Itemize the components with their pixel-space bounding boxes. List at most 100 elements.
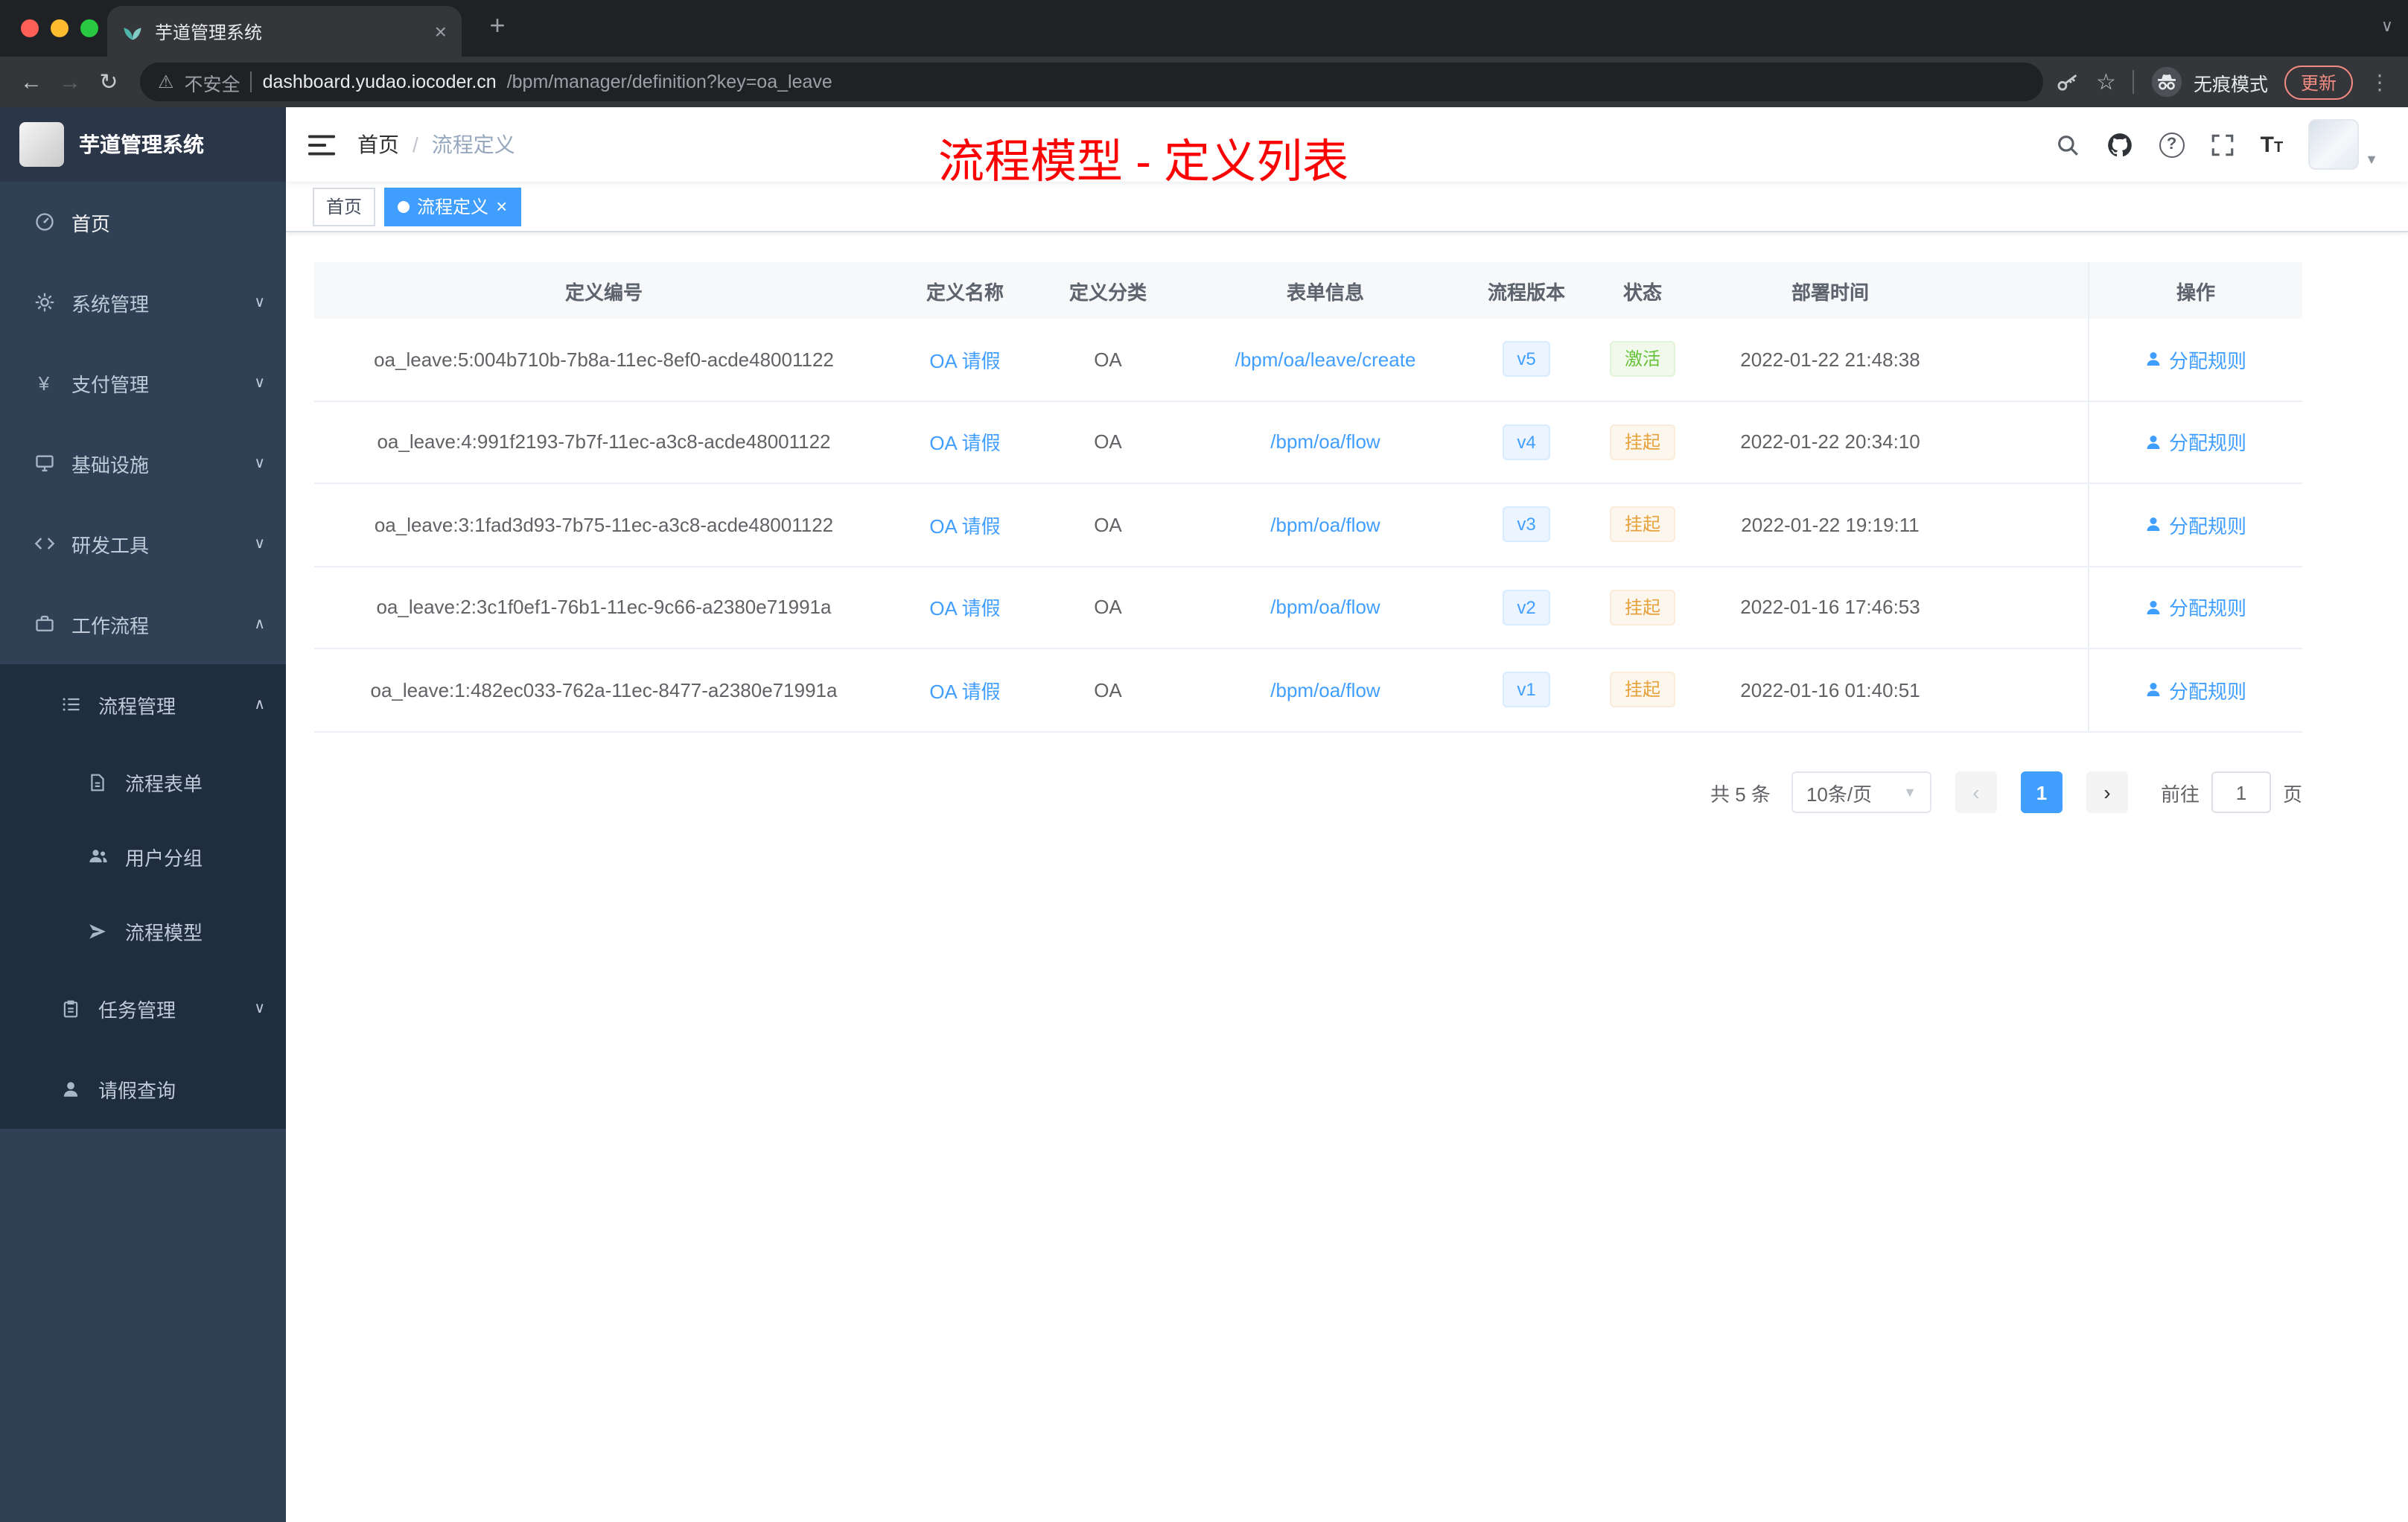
user-avatar-area[interactable]: ▼ bbox=[2308, 119, 2378, 170]
form-link[interactable]: /bpm/oa/flow bbox=[1270, 596, 1380, 619]
goto-page-input[interactable] bbox=[2211, 771, 2271, 813]
status-badge: 激活 bbox=[1609, 341, 1675, 378]
avatar-caret-down-icon: ▼ bbox=[2365, 152, 2378, 167]
url-bar[interactable]: ⚠ 不安全 dashboard.yudao.iocoder.cn/bpm/man… bbox=[140, 63, 2043, 101]
security-label: 不安全 bbox=[184, 74, 241, 95]
font-size-icon[interactable]: TT bbox=[2261, 132, 2284, 157]
chrome-update-button[interactable]: 更新 bbox=[2284, 65, 2353, 99]
prev-page-button[interactable]: ‹ bbox=[1955, 771, 1997, 813]
page-size-select[interactable]: 10条/页 ▼ bbox=[1791, 771, 1931, 813]
form-link[interactable]: /bpm/oa/leave/create bbox=[1235, 348, 1416, 371]
tag-label: 流程定义 bbox=[417, 197, 489, 217]
definition-name-link[interactable]: OA 请假 bbox=[929, 346, 1000, 374]
reload-button-icon[interactable]: ↻ bbox=[89, 69, 128, 95]
chevron-down-icon: ∨ bbox=[254, 535, 265, 552]
breadcrumb-home[interactable]: 首页 bbox=[357, 130, 399, 159]
back-button-icon[interactable]: ← bbox=[12, 69, 51, 95]
cell-category: OA bbox=[1094, 430, 1122, 453]
annotation-title: 流程模型 - 定义列表 bbox=[938, 136, 1349, 188]
tab-search-chevron-icon[interactable]: ∨ bbox=[2381, 16, 2393, 36]
assign-rule-button[interactable]: 分配规则 bbox=[2145, 593, 2246, 622]
minimize-window-button[interactable] bbox=[51, 19, 69, 37]
sidebar-item-home[interactable]: 首页 bbox=[0, 182, 286, 262]
url-path: /bpm/manager/definition?key=oa_leave bbox=[506, 71, 832, 92]
sidebar-item-leave-query[interactable]: 请假查询 bbox=[0, 1048, 286, 1129]
person-icon bbox=[2147, 683, 2161, 697]
workflow-submenu: 流程管理 ∧ 流程表单 用户分组 流程模型 任务管理 ∨ 请假查询 bbox=[0, 664, 286, 1129]
document-icon bbox=[86, 772, 109, 792]
sidebar-toggle-hamburger-icon[interactable] bbox=[286, 133, 357, 156]
browser-menu-icon[interactable]: ⋮ bbox=[2369, 69, 2390, 95]
new-tab-button[interactable]: + bbox=[480, 10, 515, 42]
sidebar-item-label: 基础设施 bbox=[71, 453, 150, 476]
next-page-button[interactable]: › bbox=[2086, 771, 2128, 813]
github-icon[interactable] bbox=[2106, 130, 2134, 159]
cell-definition-id: oa_leave:1:482ec033-762a-11ec-8477-a2380… bbox=[370, 678, 838, 701]
column-header-deploy-time: 部署时间 bbox=[1791, 281, 1869, 303]
help-icon[interactable]: ? bbox=[2159, 132, 2185, 157]
version-tag: v3 bbox=[1502, 506, 1551, 543]
sidebar-item-task-management[interactable]: 任务管理 ∨ bbox=[0, 968, 286, 1048]
sidebar-item-process-form[interactable]: 流程表单 bbox=[0, 745, 286, 819]
zoom-window-button[interactable] bbox=[80, 19, 98, 37]
column-header-operations: 操作 bbox=[2088, 262, 2302, 319]
assign-rule-button[interactable]: 分配规则 bbox=[2145, 428, 2246, 456]
assign-rule-button[interactable]: 分配规则 bbox=[2145, 511, 2246, 539]
browser-tab-strip: 芋道管理系统 × + ∨ bbox=[0, 0, 2408, 57]
sidebar-item-process-model[interactable]: 流程模型 bbox=[0, 894, 286, 968]
version-tag: v2 bbox=[1502, 589, 1551, 625]
sidebar-item-payment-management[interactable]: ¥ 支付管理 ∨ bbox=[0, 343, 286, 423]
tag-process-definition[interactable]: 流程定义 × bbox=[384, 187, 521, 226]
person-icon bbox=[2147, 352, 2161, 366]
form-link[interactable]: /bpm/oa/flow bbox=[1270, 679, 1380, 701]
bookmark-star-icon[interactable]: ☆ bbox=[2096, 69, 2116, 95]
tag-close-icon[interactable]: × bbox=[496, 197, 507, 216]
sidebar-item-dev-tools[interactable]: 研发工具 ∨ bbox=[0, 503, 286, 584]
search-icon[interactable] bbox=[2055, 132, 2080, 157]
chevron-up-icon: ∧ bbox=[254, 616, 265, 632]
header-icons: ? TT ▼ bbox=[2055, 119, 2408, 170]
password-key-icon[interactable] bbox=[2054, 69, 2080, 95]
forward-button-icon[interactable]: → bbox=[51, 69, 89, 95]
assign-rule-button[interactable]: 分配规则 bbox=[2145, 346, 2246, 374]
sidebar-item-user-group[interactable]: 用户分组 bbox=[0, 819, 286, 894]
cell-deploy-time: 2022-01-16 17:46:53 bbox=[1740, 596, 1920, 619]
cell-definition-id: oa_leave:4:991f2193-7b7f-11ec-a3c8-acde4… bbox=[377, 430, 831, 453]
sidebar-item-label: 流程模型 bbox=[125, 921, 203, 943]
sidebar-item-process-management[interactable]: 流程管理 ∧ bbox=[0, 664, 286, 745]
page-number-button[interactable]: 1 bbox=[2020, 771, 2063, 813]
fullscreen-icon[interactable] bbox=[2210, 132, 2235, 157]
monitor-icon bbox=[33, 453, 55, 474]
sidebar-item-infrastructure[interactable]: 基础设施 ∨ bbox=[0, 423, 286, 503]
cell-deploy-time: 2022-01-22 20:34:10 bbox=[1740, 430, 1920, 453]
form-link[interactable]: /bpm/oa/flow bbox=[1270, 431, 1380, 453]
list-icon bbox=[60, 694, 82, 715]
not-secure-warning-icon: ⚠ bbox=[158, 71, 174, 92]
tag-home[interactable]: 首页 bbox=[313, 187, 376, 226]
definition-name-link[interactable]: OA 请假 bbox=[929, 676, 1000, 704]
sidebar-item-workflow[interactable]: 工作流程 ∧ bbox=[0, 584, 286, 664]
avatar[interactable] bbox=[2308, 119, 2360, 170]
person-icon bbox=[2147, 600, 2161, 614]
person-icon bbox=[2147, 518, 2161, 532]
sidebar-item-label: 工作流程 bbox=[71, 614, 150, 637]
url-domain: dashboard.yudao.iocoder.cn bbox=[262, 71, 497, 92]
person-icon bbox=[60, 1079, 82, 1098]
table-row: oa_leave:3:1fad3d93-7b75-11ec-a3c8-acde4… bbox=[314, 484, 2302, 567]
definition-name-link[interactable]: OA 请假 bbox=[929, 428, 1000, 456]
logo-title: 芋道管理系统 bbox=[79, 133, 204, 156]
tab-favicon-icon bbox=[122, 21, 143, 42]
status-badge: 挂起 bbox=[1609, 506, 1675, 543]
chevron-down-icon: ∨ bbox=[254, 1000, 265, 1016]
definition-name-link[interactable]: OA 请假 bbox=[929, 511, 1000, 539]
sidebar-item-system-management[interactable]: 系统管理 ∨ bbox=[0, 262, 286, 343]
close-window-button[interactable] bbox=[21, 19, 39, 37]
browser-tab[interactable]: 芋道管理系统 × bbox=[107, 6, 462, 57]
definition-name-link[interactable]: OA 请假 bbox=[929, 593, 1000, 622]
assign-rule-button[interactable]: 分配规则 bbox=[2145, 676, 2246, 704]
tab-close-icon[interactable]: × bbox=[435, 19, 447, 43]
sidebar-logo[interactable]: 芋道管理系统 bbox=[0, 107, 286, 182]
active-tag-dot bbox=[398, 200, 410, 212]
cell-category: OA bbox=[1094, 348, 1122, 371]
form-link[interactable]: /bpm/oa/flow bbox=[1270, 514, 1380, 536]
